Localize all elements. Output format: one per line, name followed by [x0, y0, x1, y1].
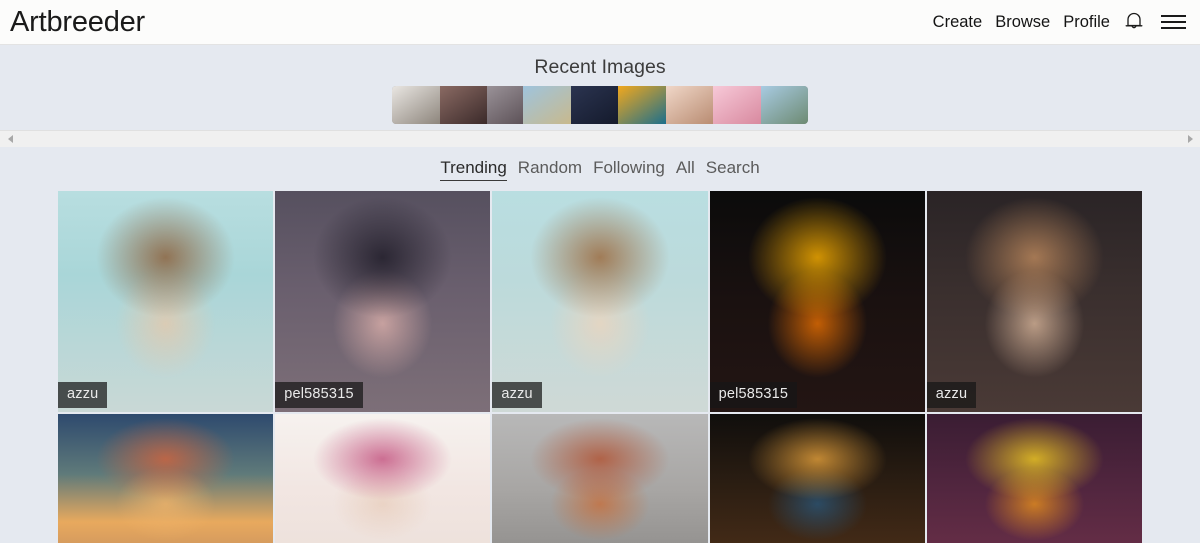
recent-images-strip[interactable]: [392, 86, 808, 125]
tab-all[interactable]: All: [676, 158, 695, 178]
top-header: Artbreeder Create Browse Profile: [0, 0, 1200, 45]
recent-images-section: Recent Images: [0, 45, 1200, 148]
bell-icon[interactable]: [1123, 9, 1145, 35]
grid-image: [58, 190, 274, 412]
recent-thumbnail[interactable]: [439, 86, 487, 125]
grid-image: [58, 413, 274, 543]
tab-random[interactable]: Random: [518, 158, 582, 178]
tab-trending[interactable]: Trending: [440, 158, 507, 181]
grid-image-cell[interactable]: [275, 413, 491, 543]
grid-image-cell[interactable]: azzu: [492, 190, 708, 412]
recent-thumbnail[interactable]: [665, 86, 713, 125]
grid-image-cell[interactable]: pel585315: [275, 190, 491, 412]
image-grid-container: azzu pel585315 azzu pel585315 azzu: [0, 190, 1200, 543]
recent-thumbnail[interactable]: [760, 86, 808, 125]
grid-image-cell[interactable]: [709, 413, 925, 543]
grid-image: [492, 190, 708, 412]
recent-images-title: Recent Images: [534, 56, 666, 78]
nav-link-profile[interactable]: Profile: [1063, 14, 1110, 31]
recent-thumbnail[interactable]: [392, 86, 440, 125]
grid-image-cell[interactable]: pel585315: [709, 190, 925, 412]
grid-image-cell[interactable]: [58, 413, 274, 543]
hamburger-menu-icon[interactable]: [1160, 11, 1186, 33]
scroll-left-arrow[interactable]: [3, 132, 17, 146]
grid-image: [275, 190, 491, 412]
recent-images-strip-container: [0, 86, 1200, 125]
recent-thumbnail[interactable]: [487, 86, 523, 125]
recent-thumbnail[interactable]: [570, 86, 618, 125]
browse-tabs: Trending Random Following All Search: [0, 147, 1200, 191]
main-navigation: Create Browse Profile: [933, 9, 1186, 35]
grid-image: [275, 413, 491, 543]
grid-image: [926, 413, 1142, 543]
grid-image: [926, 190, 1142, 412]
recent-thumbnail[interactable]: [618, 86, 666, 125]
tab-following[interactable]: Following: [593, 158, 665, 178]
nav-link-create[interactable]: Create: [933, 14, 983, 31]
grid-image-cell[interactable]: [926, 413, 1142, 543]
grid-image-cell[interactable]: azzu: [926, 190, 1142, 412]
scroll-right-arrow[interactable]: [1183, 132, 1197, 146]
image-grid: azzu pel585315 azzu pel585315 azzu: [58, 190, 1142, 543]
grid-image: [492, 413, 708, 543]
brand-logo[interactable]: Artbreeder: [10, 7, 145, 37]
grid-image-cell[interactable]: azzu: [58, 190, 274, 412]
grid-image-cell[interactable]: [492, 413, 708, 543]
grid-image: [709, 413, 925, 543]
nav-link-browse[interactable]: Browse: [995, 14, 1050, 31]
grid-image: [709, 190, 925, 412]
tab-search[interactable]: Search: [706, 158, 760, 178]
recent-thumbnail[interactable]: [523, 86, 571, 125]
recent-thumbnail[interactable]: [713, 86, 761, 125]
horizontal-scrollbar[interactable]: [0, 130, 1200, 148]
